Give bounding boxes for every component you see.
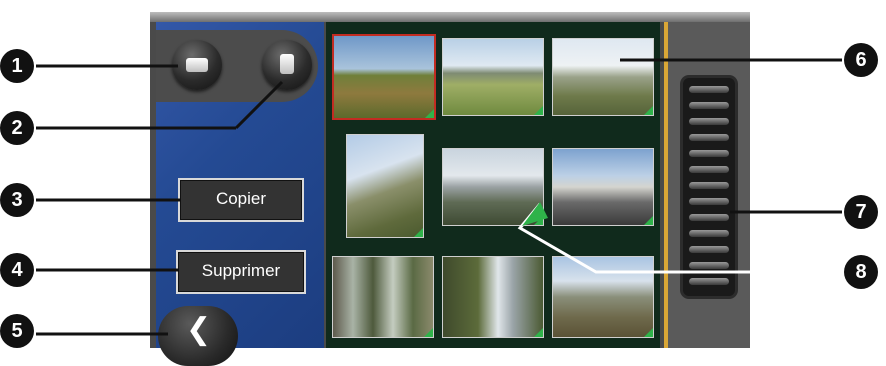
callout-4: 4 (0, 253, 34, 287)
callout-3: 3 (0, 183, 34, 217)
callout-lines (36, 58, 842, 336)
green-corner-triangle-icon (522, 202, 548, 226)
callout-5: 5 (0, 314, 34, 348)
callout-7: 7 (844, 195, 878, 229)
callout-8: 8 (844, 255, 878, 289)
callout-1: 1 (0, 49, 34, 83)
callout-line-2b (234, 80, 284, 130)
callout-6: 6 (844, 43, 878, 77)
callout-2: 2 (0, 111, 34, 145)
callout-line-8 (517, 203, 842, 274)
